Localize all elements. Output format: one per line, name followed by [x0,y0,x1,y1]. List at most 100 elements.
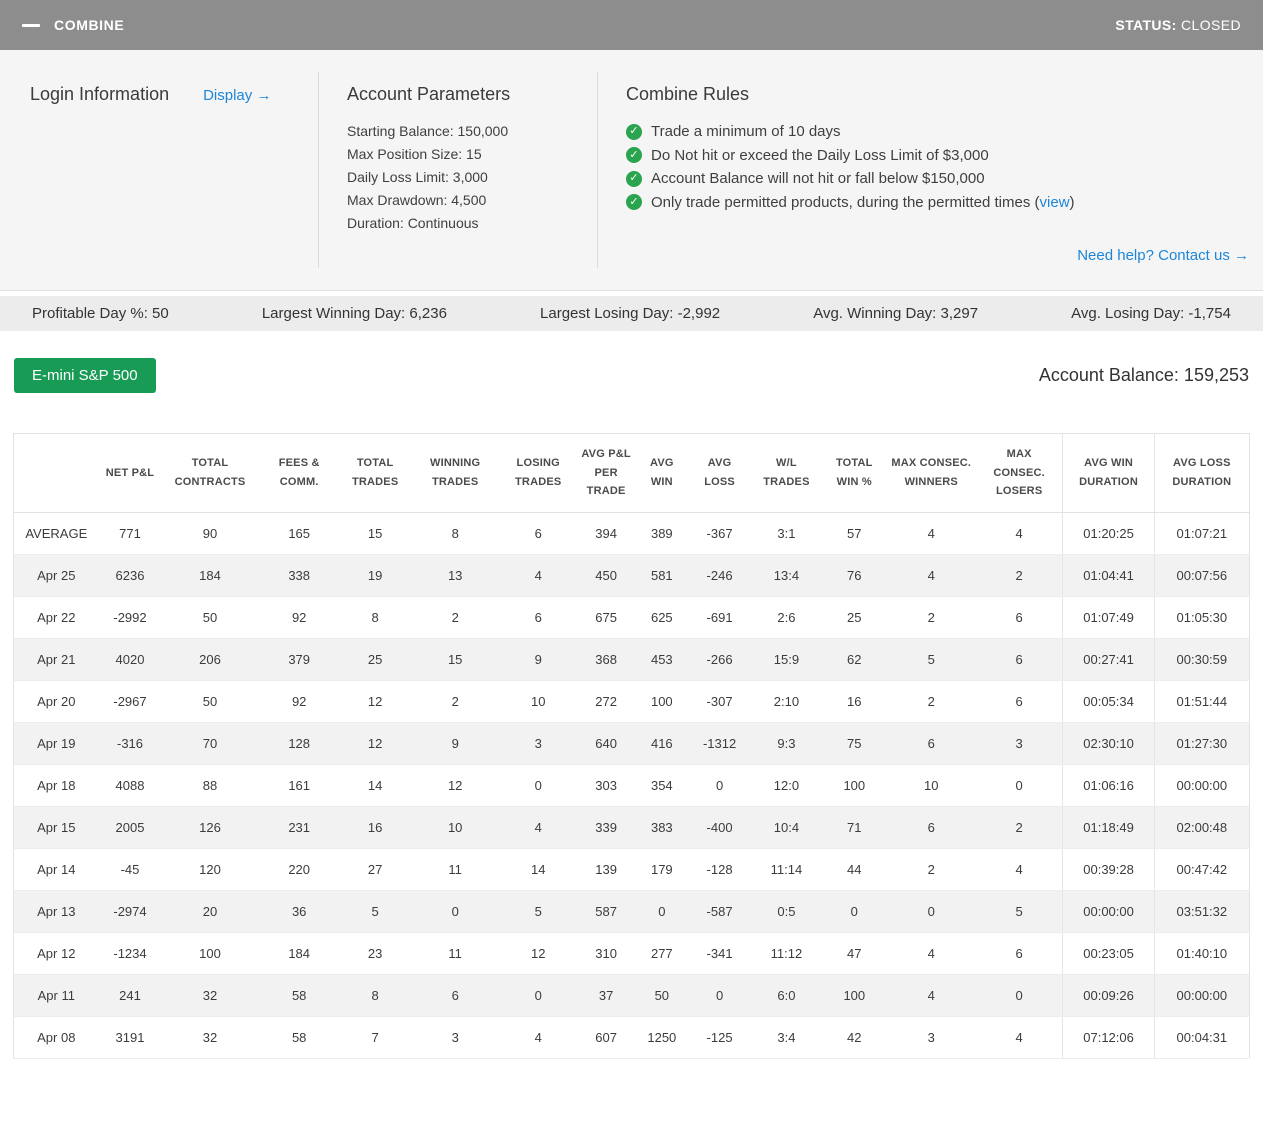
row-date-label: Apr 20 [13,680,99,724]
table-cell: -266 [688,638,751,682]
table-cell: 771 [98,512,162,556]
table-cell: -341 [688,932,751,976]
table-cell: 00:00:00 [1153,764,1250,808]
table-cell: 165 [258,512,340,556]
column-header: FEES & COMM. [258,433,340,514]
table-cell: 2 [410,680,500,724]
column-header: WINNING TRADES [410,433,500,514]
stat-item: Largest Losing Day: -2,992 [540,305,721,322]
table-cell: -125 [688,1016,751,1060]
row-date-label: Apr 25 [13,554,99,598]
table-cell: 368 [576,638,636,682]
info-panel: Login Information Display → Account Para… [0,50,1263,291]
table-cell: 416 [635,722,689,766]
contact-us-link[interactable]: Need help? Contact us → [1077,247,1249,264]
account-parameter-line: Max Drawdown: 4,500 [347,192,487,208]
combine-rules-title: Combine Rules [626,84,750,104]
check-circle-icon: ✓ [626,123,642,140]
table-cell: 6 [886,722,976,766]
table-cell: 241 [98,974,162,1018]
table-cell: 01:51:44 [1153,680,1250,724]
table-cell: 10 [499,680,577,724]
table-cell: 71 [821,806,887,850]
table-cell: 58 [258,974,340,1018]
row-date-label: Apr 22 [13,596,99,640]
table-row: Apr 08 3191 32 58 7 3 4 607 1250 -125 3:4 42 3 4 07:12… [13,1016,1250,1060]
table-cell: 23 [339,932,411,976]
table-cell: 1250 [635,1016,689,1060]
account-parameters-list: Starting Balance: 150,000 Max Position Si… [347,120,597,235]
table-cell: 6 [975,596,1063,640]
row-date-label: Apr 12 [13,932,99,976]
table-cell: 7 [339,1016,411,1060]
table-cell: -45 [98,848,162,892]
view-link[interactable]: view [1040,194,1070,211]
table-cell: 62 [821,638,887,682]
rule-text: Account Balance will not hit or fall bel… [651,170,985,187]
table-cell: 16 [821,680,887,724]
table-cell: 0 [821,890,887,934]
menu-icon[interactable] [22,23,40,27]
account-parameter-line: Starting Balance: 150,000 [347,123,509,139]
table-cell: 6 [499,512,577,556]
table-cell: 25 [821,596,887,640]
column-header: LOSING TRADES [499,433,577,514]
table-cell: 4 [975,848,1063,892]
product-button[interactable]: E-mini S&P 500 [14,358,156,393]
table-cell: 50 [635,974,689,1018]
combine-rule-item: ✓ Only trade permitted products, during t… [626,191,1249,215]
table-cell: 184 [161,554,259,598]
table-cell: 32 [161,1016,259,1060]
topbar-left: COMBINE [22,17,124,33]
table-cell: 4088 [98,764,162,808]
table-cell: 161 [258,764,340,808]
table-cell: 27 [339,848,411,892]
table-row: Apr 22 -2992 50 92 8 2 6 675 625 -691 2:6 25 2 6 01:07… [13,596,1250,640]
table-cell: 70 [161,722,259,766]
stat-item: Avg. Losing Day: -1,754 [1071,305,1231,322]
row-date-label: AVERAGE [13,512,99,556]
table-cell: 44 [821,848,887,892]
table-cell: 0 [975,974,1063,1018]
table-cell: 76 [821,554,887,598]
column-header: AVG LOSS [688,433,751,514]
row-date-label: Apr 21 [13,638,99,682]
table-cell: 19 [339,554,411,598]
table-cell: 00:07:56 [1153,554,1250,598]
table-row: Apr 25 6236 184 338 19 13 4 450 581 -246 13:4 76 4 2 0… [13,554,1250,598]
table-cell: 00:47:42 [1153,848,1250,892]
table-cell: 11 [410,848,500,892]
table-cell: 88 [161,764,259,808]
table-row: Apr 13 -2974 20 36 5 0 5 587 0 -587 0:5 0 0 5 00:00:00… [13,890,1250,934]
table-cell: 02:30:10 [1062,722,1155,766]
table-cell: 379 [258,638,340,682]
table-cell: 00:05:34 [1062,680,1155,724]
table-cell: -316 [98,722,162,766]
table-cell: 00:27:41 [1062,638,1155,682]
table-cell: 10:4 [750,806,822,850]
table-cell: 3 [410,1016,500,1060]
table-row: Apr 21 4020 206 379 25 15 9 368 453 -266 15:9 62 5 6 0… [13,638,1250,682]
table-cell: -128 [688,848,751,892]
table-cell: 4 [886,932,976,976]
table-cell: -1312 [688,722,751,766]
table-cell: 8 [339,974,411,1018]
table-cell: 453 [635,638,689,682]
table-cell: 01:27:30 [1153,722,1250,766]
row-date-label: Apr 08 [13,1016,99,1060]
table-cell: 5 [339,890,411,934]
table-cell: 6 [975,680,1063,724]
table-cell: 57 [821,512,887,556]
table-cell: 8 [339,596,411,640]
combine-rule-item: ✓ Trade a minimum of 10 days [626,120,1249,144]
table-cell: -2967 [98,680,162,724]
table-cell: 11 [410,932,500,976]
table-cell: 2:10 [750,680,822,724]
table-cell: 4 [499,806,577,850]
table-cell: 184 [258,932,340,976]
table-cell: 206 [161,638,259,682]
display-link[interactable]: Display → [203,87,271,104]
table-cell: 277 [635,932,689,976]
table-cell: -587 [688,890,751,934]
column-header: TOTAL WIN % [821,433,887,514]
